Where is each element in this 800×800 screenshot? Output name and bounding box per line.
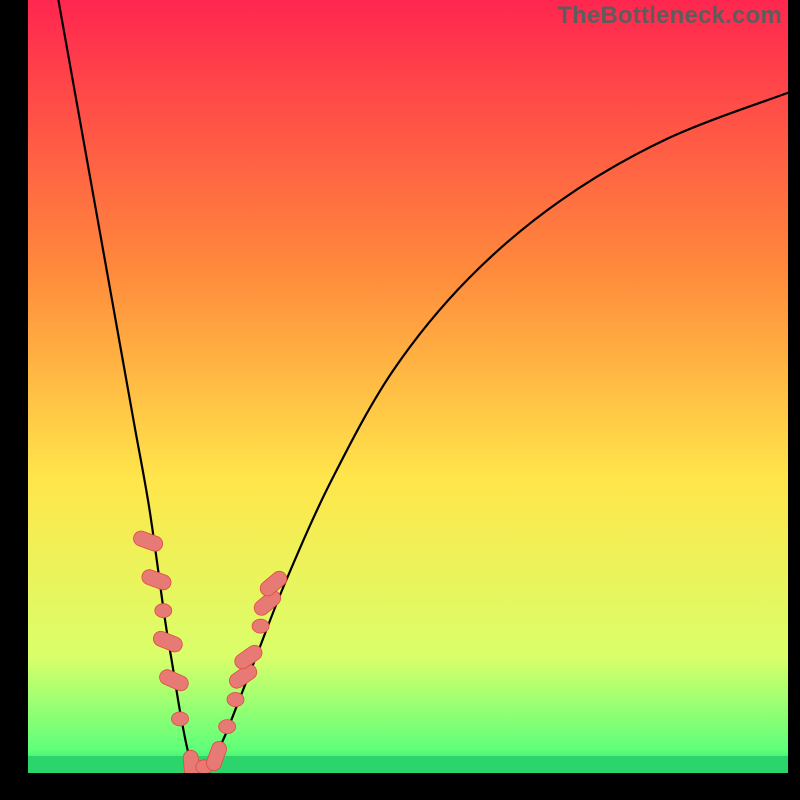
plot-area: TheBottleneck.com bbox=[28, 0, 788, 773]
bottom-stripe bbox=[28, 756, 788, 773]
marker-dot bbox=[155, 604, 172, 618]
watermark-text: TheBottleneck.com bbox=[557, 2, 782, 30]
marker-dot bbox=[172, 712, 189, 726]
marker-dot bbox=[252, 619, 269, 633]
gradient-bg bbox=[28, 0, 788, 773]
marker-dot bbox=[219, 720, 236, 734]
chart-svg bbox=[28, 0, 788, 773]
chart-frame: TheBottleneck.com bbox=[0, 0, 800, 800]
marker-dot bbox=[227, 693, 244, 707]
